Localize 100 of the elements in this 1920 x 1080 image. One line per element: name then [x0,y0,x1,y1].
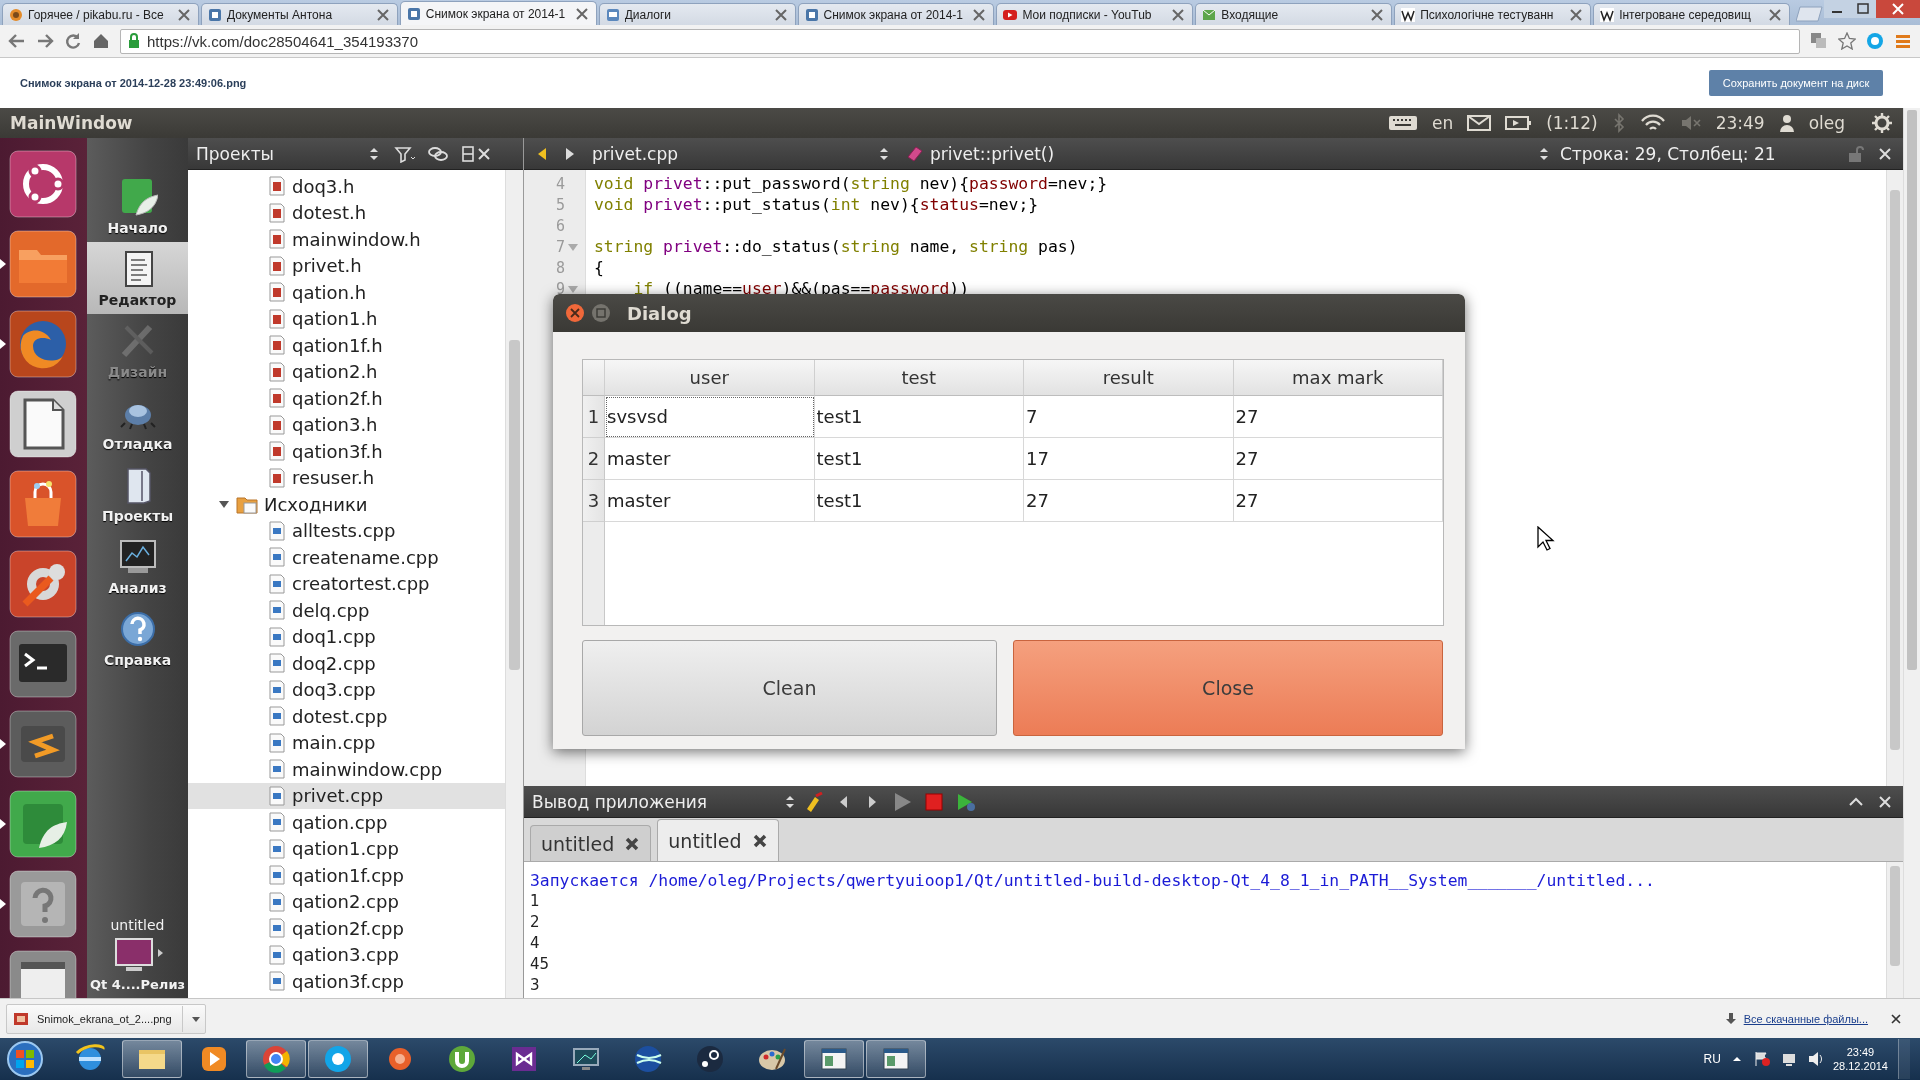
column-header[interactable]: test [814,360,1024,396]
file-item[interactable]: qation2f.h [188,385,505,412]
mode-button[interactable]: Проекты [87,458,188,530]
browser-tab[interactable]: Мои подписки - YouTub [996,3,1194,25]
table-cell[interactable]: master [605,438,815,480]
close-tab-icon[interactable] [751,832,768,849]
text-editor-icon[interactable] [0,710,77,778]
help-icon[interactable] [0,870,77,938]
file-item[interactable]: qation2f.cpp [188,915,505,942]
file-item[interactable]: qation1f.cpp [188,862,505,889]
browser-tab[interactable]: Снимок экрана от 2014-1 [797,3,995,25]
row-header[interactable]: 2 [583,438,605,480]
close-tab-icon[interactable] [1170,6,1187,23]
file-item[interactable]: delq.cpp [188,597,505,624]
browser-tab[interactable]: Інтегроване середовищ [1593,3,1790,25]
leaf-icon[interactable] [0,790,77,858]
table-cell[interactable]: 7 [1024,396,1234,438]
speaker-icon[interactable] [1806,1050,1823,1068]
folder-icon[interactable] [0,230,77,298]
file-item[interactable]: dotest.h [188,199,505,226]
table-cell[interactable]: 27 [1233,438,1443,480]
column-header[interactable]: user [605,360,815,396]
table-cell[interactable]: master [605,480,815,522]
scrollbar[interactable] [1903,108,1920,998]
user-icon[interactable] [1778,113,1795,133]
file-item[interactable]: qation.cpp [188,809,505,836]
taskbar-button[interactable] [866,1040,926,1078]
row-header[interactable]: 1 [583,396,605,438]
close-icon[interactable] [1877,145,1893,162]
output-tab[interactable]: untitled [657,819,779,861]
language-indicator[interactable]: RU [1703,1052,1721,1066]
close-window-icon[interactable] [1876,0,1920,18]
file-item[interactable]: createname.cpp [188,544,505,571]
taskbar-button[interactable] [804,1040,864,1078]
table-cell[interactable]: 27 [1233,396,1443,438]
download-item[interactable]: Snimok_ekrana_ot_2....png [6,1003,206,1034]
table-cell[interactable]: test1 [814,438,1024,480]
clear-icon[interactable] [804,791,824,812]
file-item[interactable]: qation2.cpp [188,888,505,915]
output-tab[interactable]: untitled [530,825,652,861]
file-item[interactable]: qation1.h [188,305,505,332]
close-icon[interactable] [1890,1012,1902,1025]
browser-tab[interactable]: Документы Антона [200,3,398,25]
minimize-icon[interactable] [1824,0,1850,18]
split-icon[interactable] [460,144,476,163]
mode-button[interactable]: Справка [87,602,188,674]
symbol-combo[interactable]: privet::privet() [898,138,1558,170]
close-tab-icon[interactable] [624,835,641,852]
file-item[interactable]: doq3.h [188,173,505,200]
mode-button[interactable]: Редактор [87,242,188,314]
file-item[interactable]: alltests.cpp [188,517,505,544]
folder-item[interactable]: Исходники [188,491,505,518]
maximize-icon[interactable] [1850,0,1876,18]
filter-icon[interactable] [394,144,416,163]
file-item[interactable]: qation2.h [188,358,505,385]
power-gear-icon[interactable] [1871,112,1893,134]
scrollbar[interactable] [505,170,523,998]
translate-icon[interactable] [1810,32,1828,50]
reload-icon[interactable] [64,32,82,50]
file-item[interactable]: dotest.cpp [188,703,505,730]
close-icon[interactable] [476,145,492,162]
file-combo[interactable]: privet.cpp [584,138,898,170]
file-item[interactable]: mainwindow.h [188,226,505,253]
star-icon[interactable] [1838,32,1856,50]
scrollbar[interactable] [1886,862,1903,998]
mode-button[interactable]: Начало [87,170,188,242]
column-header[interactable]: max mark [1233,360,1443,396]
browser-tab[interactable]: Диалоги [598,3,796,25]
row-header[interactable]: 3 [583,480,605,522]
keyboard-icon[interactable] [1387,113,1418,133]
table-cell[interactable]: svsvsd [605,396,815,438]
show-desktop-button[interactable] [1898,1039,1910,1079]
all-downloads-link[interactable]: Все скачанные файлы... [1743,1012,1868,1025]
browser-tab[interactable]: Снимок экрана от 2014-1 [399,1,597,25]
menu-icon[interactable] [1894,32,1912,50]
close-tab-icon[interactable] [374,6,391,23]
scrollbar[interactable] [1886,170,1903,786]
file-item[interactable]: qation1.cpp [188,835,505,862]
file-item[interactable]: resuser.h [188,464,505,491]
forward-icon[interactable] [36,32,54,50]
close-tab-icon[interactable] [1369,6,1386,23]
table-cell[interactable]: 27 [1024,480,1234,522]
browser-tab[interactable]: Горячее / pikabu.ru - Все [2,3,199,25]
table-cell[interactable]: test1 [814,480,1024,522]
home-icon[interactable] [92,32,110,50]
close-tab-icon[interactable] [1568,6,1585,23]
close-tab-icon[interactable] [573,5,590,22]
close-tab-icon[interactable] [1767,6,1783,23]
flag-icon[interactable] [1752,1050,1771,1068]
taskbar-button[interactable] [122,1040,182,1078]
file-item[interactable]: doq2.cpp [188,650,505,677]
table-cell[interactable]: 27 [1233,480,1443,522]
table-cell[interactable]: 17 [1024,438,1234,480]
taskbar-button[interactable] [308,1040,368,1078]
column-header[interactable]: result [1024,360,1234,396]
run-debug-icon[interactable] [956,791,976,812]
file-item[interactable]: main.cpp [188,729,505,756]
file-item[interactable]: qation.h [188,279,505,306]
back-icon[interactable] [8,32,26,50]
battery-icon[interactable] [1505,113,1533,133]
